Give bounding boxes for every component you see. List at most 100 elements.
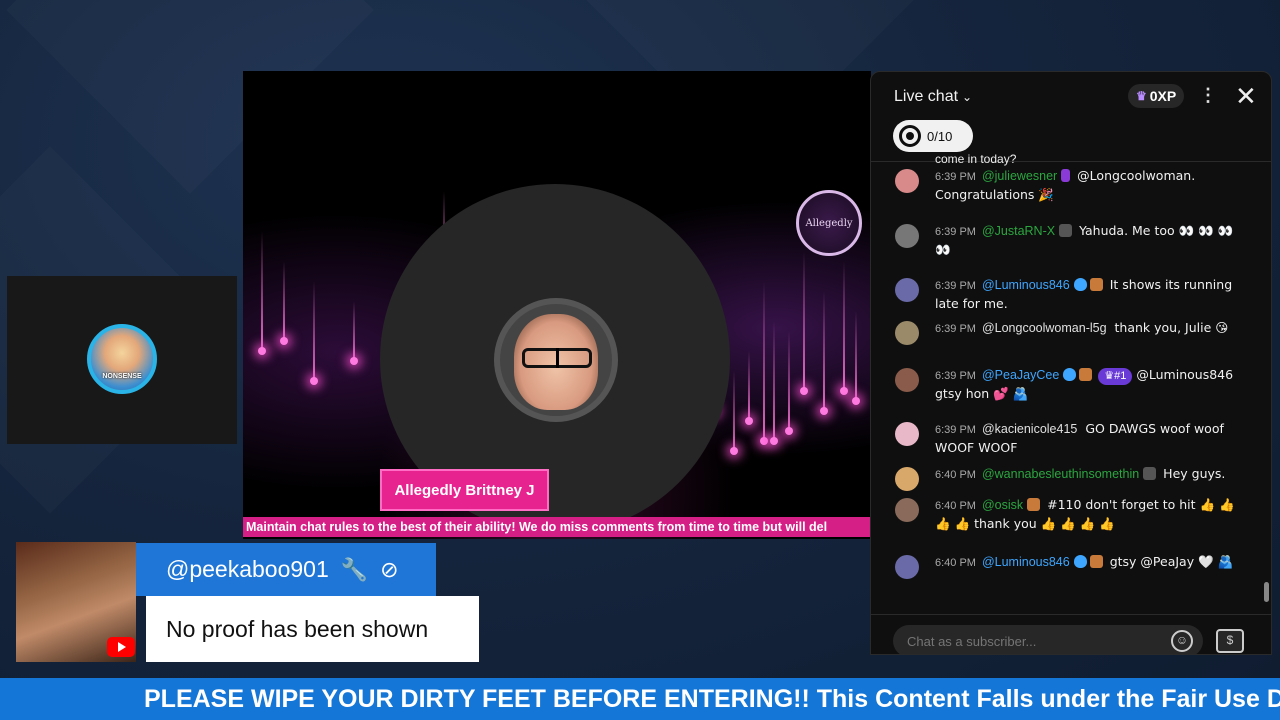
- particle-streak: [261, 231, 263, 351]
- member-badge-icon: [1079, 368, 1093, 381]
- chat-message[interactable]: 6:40 PM @osisk #110 don't forget to hit 👍…: [895, 496, 1245, 533]
- chat-avatar[interactable]: [895, 169, 919, 193]
- commenter-camera: [16, 542, 136, 662]
- chat-scrollbar[interactable]: [1264, 582, 1269, 602]
- chat-message-body: 6:39 PM @juliewesner @Longcoolwoman. Cong…: [935, 167, 1245, 204]
- goal-button[interactable]: 0/10: [893, 120, 973, 152]
- rules-banner: Maintain chat rules to the best of their…: [243, 517, 871, 537]
- chat-avatar[interactable]: [895, 368, 919, 392]
- particle-dot: [800, 387, 808, 395]
- youtube-icon: [107, 637, 135, 657]
- host-logo: NONSENSE: [87, 324, 157, 394]
- member-badge-icon: [1027, 498, 1041, 511]
- streamer-name-tag: Allegedly Brittney J: [380, 469, 549, 511]
- chat-header: Live chat ⌄ ♛ 0XP ⋮ ✕: [871, 72, 1271, 120]
- particle-dot: [785, 427, 793, 435]
- chat-timestamp: 6:39 PM: [935, 424, 976, 436]
- chat-avatar[interactable]: [895, 278, 919, 302]
- member-badge-icon: [1089, 555, 1103, 568]
- particle-dot: [350, 357, 358, 365]
- chat-author[interactable]: @kacienicole415: [982, 422, 1077, 436]
- chat-message[interactable]: 6:39 PM @juliewesner @Longcoolwoman. Cong…: [895, 167, 1245, 204]
- chat-input-area: ☺ $: [871, 614, 1271, 654]
- target-icon: [899, 125, 921, 147]
- chat-message-body: 6:39 PM @PeaJayCee ♛#1 @Luminous846 gtsy h…: [935, 366, 1245, 403]
- particle-dot: [770, 437, 778, 445]
- xp-label: 0XP: [1149, 88, 1177, 104]
- particle-streak: [823, 291, 825, 411]
- particle-streak: [748, 351, 750, 421]
- channel-logo-badge: Allegedly: [796, 190, 862, 256]
- chat-timestamp: 6:40 PM: [935, 469, 976, 481]
- particle-dot: [258, 347, 266, 355]
- chat-avatar[interactable]: [895, 467, 919, 491]
- chat-timestamp: 6:39 PM: [935, 323, 976, 335]
- chat-message[interactable]: 6:39 PM @Longcoolwoman-l5g thank you, Jul…: [895, 319, 1245, 345]
- chat-message-text: gtsy @PeaJay 🤍 🫂: [1105, 554, 1234, 569]
- particle-dot: [840, 387, 848, 395]
- particle-dot: [310, 377, 318, 385]
- particle-streak: [788, 331, 790, 431]
- comment-username: @peekaboo901: [166, 556, 329, 582]
- chat-messages[interactable]: come in today? 6:39 PM @juliewesner @Long…: [871, 152, 1261, 614]
- chat-avatar[interactable]: [895, 321, 919, 345]
- chat-timestamp: 6:40 PM: [935, 557, 976, 569]
- chat-author[interactable]: @Luminous846: [982, 278, 1070, 292]
- kebab-menu-icon[interactable]: ⋮: [1199, 85, 1217, 106]
- chat-author[interactable]: @juliewesner: [982, 169, 1057, 183]
- chat-avatar[interactable]: [895, 498, 919, 522]
- chat-author[interactable]: @PeaJayCee: [982, 368, 1059, 382]
- goal-label: 0/10: [927, 128, 953, 144]
- chat-timestamp: 6:39 PM: [935, 226, 976, 238]
- moderator-badge-icon: [1073, 278, 1087, 291]
- chat-avatar[interactable]: [895, 555, 919, 579]
- glasses-icon: [522, 348, 592, 368]
- chat-message-text: GO DAWGS woof woof WOOF WOOF: [935, 421, 1224, 455]
- chat-message[interactable]: 6:39 PM @PeaJayCee ♛#1 @Luminous846 gtsy h…: [895, 366, 1245, 403]
- comment-text: No proof has been shown: [146, 596, 479, 662]
- chat-timestamp: 6:40 PM: [935, 500, 976, 512]
- super-chat-icon[interactable]: $: [1216, 629, 1244, 653]
- chat-author[interactable]: @wannabesleuthinsomethin: [982, 467, 1139, 481]
- stream-video[interactable]: Allegedly Allegedly Brittney J Maintain …: [243, 71, 871, 539]
- moderator-badge-icon: [1063, 368, 1077, 381]
- chat-author[interactable]: @JustaRN-X: [982, 224, 1055, 238]
- xp-button[interactable]: ♛ 0XP: [1128, 84, 1185, 108]
- chat-avatar[interactable]: [895, 224, 919, 248]
- chat-author[interactable]: @Longcoolwoman-l5g: [982, 321, 1107, 335]
- chat-message[interactable]: 6:40 PM @Luminous846 gtsy @PeaJay 🤍 🫂: [895, 553, 1245, 579]
- particle-dot: [820, 407, 828, 415]
- host-panel: NONSENSE: [7, 276, 237, 444]
- member-badge-icon: [1059, 224, 1073, 237]
- cutoff-message-text: come in today?: [935, 152, 1017, 166]
- chat-message-body: 6:40 PM @Luminous846 gtsy @PeaJay 🤍 🫂: [935, 553, 1245, 572]
- streamer-avatar: [494, 298, 618, 422]
- close-icon[interactable]: ✕: [1235, 81, 1257, 112]
- chat-input[interactable]: [893, 625, 1203, 654]
- chat-message[interactable]: 6:39 PM @kacienicole415 GO DAWGS woof woo…: [895, 420, 1245, 457]
- chat-message-body: 6:40 PM @wannabesleuthinsomethin Hey guys…: [935, 465, 1245, 484]
- chat-avatar[interactable]: [895, 422, 919, 446]
- host-logo-text: NONSENSE: [102, 373, 142, 380]
- comment-username-bar: @peekaboo901 🔧 ⊘: [136, 543, 436, 596]
- chat-timestamp: 6:39 PM: [935, 370, 976, 382]
- chat-mode-selector[interactable]: Live chat ⌄: [894, 88, 972, 106]
- chat-message[interactable]: 6:40 PM @wannabesleuthinsomethin Hey guys…: [895, 465, 1245, 491]
- chat-message-text: Yahuda. Me too 👀 👀 👀 👀: [935, 223, 1234, 257]
- chat-message-text: thank you, Julie 😘: [1110, 320, 1229, 335]
- chat-message-body: 6:39 PM @Luminous846 It shows its running…: [935, 276, 1245, 313]
- rank-badge: ♛#1: [1098, 368, 1133, 385]
- particle-dot: [760, 437, 768, 445]
- chat-author[interactable]: @Luminous846: [982, 555, 1070, 569]
- smile-icon[interactable]: ☺: [1171, 630, 1193, 652]
- particle-streak: [763, 281, 765, 441]
- bottom-ticker: PLEASE WIPE YOUR DIRTY FEET BEFORE ENTER…: [0, 678, 1280, 720]
- chat-message[interactable]: 6:39 PM @Luminous846 It shows its running…: [895, 276, 1245, 313]
- chat-author[interactable]: @osisk: [982, 498, 1023, 512]
- chat-message[interactable]: 6:39 PM @JustaRN-X Yahuda. Me too 👀 👀 👀 👀: [895, 222, 1245, 259]
- chat-message-body: 6:39 PM @JustaRN-X Yahuda. Me too 👀 👀 👀 👀: [935, 222, 1245, 259]
- particle-streak: [313, 281, 315, 381]
- chat-timestamp: 6:39 PM: [935, 171, 976, 183]
- particle-streak: [803, 251, 805, 391]
- wrench-icon: 🔧: [340, 556, 369, 582]
